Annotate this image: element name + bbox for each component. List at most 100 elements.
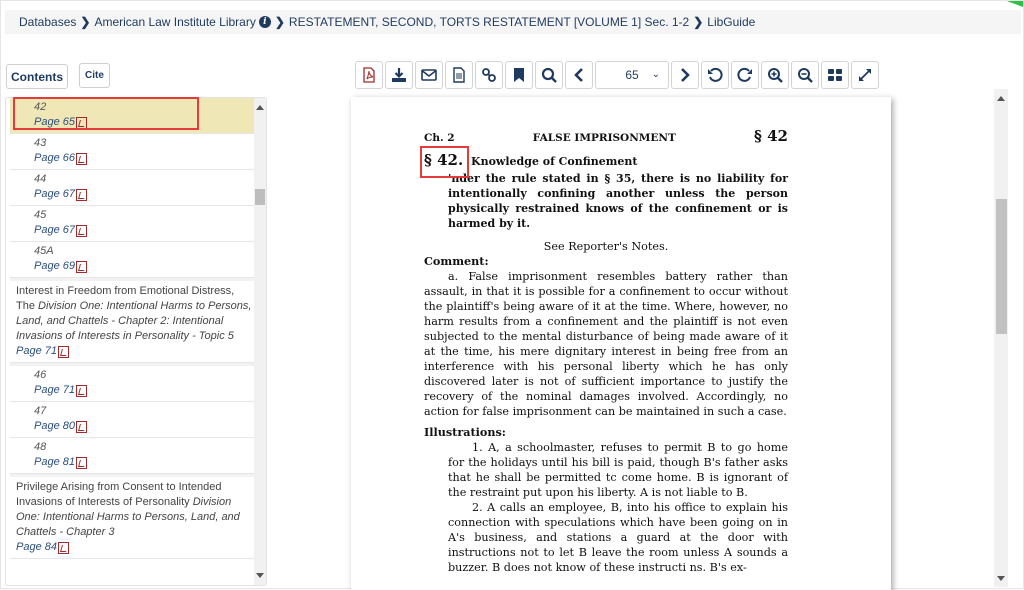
search-icon [541, 67, 557, 83]
running-header: Ch. 2 FALSE IMPRISONMENT § 42 [424, 129, 788, 146]
download-icon [392, 68, 406, 82]
scroll-up-icon[interactable] [997, 96, 1005, 101]
bookmark-icon [514, 68, 524, 82]
scroll-down-icon[interactable] [997, 576, 1005, 581]
info-icon[interactable]: i [258, 16, 271, 28]
reporters-notes-ref: See Reporter's Notes. [543, 240, 669, 253]
email-button[interactable] [415, 61, 443, 89]
pdf-icon[interactable] [75, 116, 87, 129]
toc-page-label: Page 84 [16, 541, 57, 553]
link-button[interactable] [475, 61, 503, 89]
pdf-icon[interactable] [75, 456, 87, 469]
pdf-icon[interactable] [57, 541, 69, 554]
toc-page-label: Page 80 [34, 420, 75, 432]
toc-item-44[interactable]: 44 Page 67 [10, 170, 256, 206]
pdf-button[interactable] [355, 61, 383, 89]
breadcrumb-restatement[interactable]: RESTATEMENT, SECOND, TORTS RESTATEMENT [… [289, 15, 689, 29]
pdf-icon [363, 67, 375, 83]
rotate-right-button[interactable] [731, 61, 759, 89]
toc-page-link[interactable]: Page 65 [34, 115, 256, 130]
toc-item-47[interactable]: 47 Page 80 [10, 402, 256, 438]
toc-list: 42 Page 65 43 Page 66 44 Page 67 45 Page… [10, 98, 256, 559]
toc-item-42[interactable]: 42 Page 65 [10, 98, 256, 134]
scroll-up-icon[interactable] [256, 105, 264, 110]
toc-page-link[interactable]: Page 71 [34, 383, 256, 398]
download-button[interactable] [385, 61, 413, 89]
toc-item-43[interactable]: 43 Page 66 [10, 134, 256, 170]
illustration-text: 1. A, a schoolmaster, refuses to permit … [448, 441, 788, 499]
search-button[interactable] [535, 61, 563, 89]
pdf-icon[interactable] [75, 384, 87, 397]
prev-page-icon [574, 68, 583, 82]
toc-page-link[interactable]: Page 69 [34, 259, 256, 274]
pdf-icon[interactable] [75, 152, 87, 165]
toc-scrollbar[interactable] [254, 98, 266, 585]
thumbnails-icon [828, 69, 842, 81]
chevron-down-icon: ⌄ [651, 69, 660, 80]
pdf-icon[interactable] [75, 420, 87, 433]
illustrations-label: Illustrations: [424, 425, 506, 439]
running-section: § 42 [754, 127, 788, 145]
toc-page-link[interactable]: Page 80 [34, 419, 256, 434]
breadcrumb-ali-library[interactable]: American Law Institute Library [94, 15, 255, 29]
toc-group-consent[interactable]: Privilege Arising from Consent to Intend… [10, 474, 256, 559]
zoom-out-button[interactable] [791, 61, 819, 89]
toc-group-emotional-distress[interactable]: Interest in Freedom from Emotional Distr… [10, 278, 256, 363]
pdf-icon[interactable] [75, 260, 87, 273]
toc-page-link[interactable]: Page 71 [16, 344, 256, 359]
fullscreen-button[interactable] [851, 61, 879, 89]
toc-page-link[interactable]: Page 81 [34, 455, 256, 470]
toc-page-link[interactable]: Page 66 [34, 151, 256, 166]
breadcrumb-databases[interactable]: Databases [19, 15, 76, 29]
scrollbar-thumb[interactable] [255, 189, 265, 205]
toc-item-45[interactable]: 45 Page 67 [10, 206, 256, 242]
bookmark-button[interactable] [505, 61, 533, 89]
next-page-button[interactable] [671, 61, 699, 89]
status-corner [1007, 1, 1023, 7]
rotate-left-button[interactable] [701, 61, 729, 89]
breadcrumb: Databases ❯ American Law Institute Libra… [5, 10, 1021, 34]
page-select-value: 65 [625, 68, 639, 82]
toc-item-48[interactable]: 48 Page 81 [10, 438, 256, 474]
toc-page-link[interactable]: Page 67 [34, 223, 256, 238]
toc-section-number: 44 [34, 173, 47, 185]
document-button[interactable] [445, 61, 473, 89]
toc-page-label: Page 65 [34, 116, 75, 128]
fullscreen-icon [859, 69, 871, 81]
prev-page-button[interactable] [565, 61, 593, 89]
toc-item-45a[interactable]: 45A Page 69 [10, 242, 256, 278]
illustration-2: 2. A calls an employee, B, into his offi… [424, 500, 788, 575]
pdf-icon[interactable] [75, 188, 87, 201]
toc-page-link[interactable]: Page 84 [16, 540, 256, 555]
breadcrumb-libguide[interactable]: LibGuide [707, 15, 755, 29]
link-icon [482, 68, 496, 82]
zoom-in-button[interactable] [761, 61, 789, 89]
zoom-out-icon [798, 68, 813, 83]
section-title: Knowledge of Confinement [471, 155, 638, 168]
toc-page-link[interactable]: Page 67 [34, 187, 256, 202]
toc-section-number: 48 [34, 441, 47, 453]
next-page-icon [681, 68, 690, 82]
document-page: Ch. 2 FALSE IMPRISONMENT § 42 § 42. Know… [424, 129, 788, 575]
table-of-contents: 42 Page 65 43 Page 66 44 Page 67 45 Page… [5, 97, 267, 586]
document-icon [453, 67, 465, 83]
cite-button[interactable]: Cite [79, 63, 110, 88]
thumbnails-button[interactable] [821, 61, 849, 89]
section-heading: § 42. Knowledge of Confinement [424, 153, 788, 169]
viewer-scrollbar[interactable] [994, 89, 1008, 587]
toc-section-number: 43 [34, 137, 47, 149]
toc-title-text: Privilege Arising from Consent to Intend… [16, 481, 222, 508]
pdf-icon[interactable] [75, 224, 87, 237]
toc-section-number: 45A [34, 245, 54, 257]
toc-page-label: Page 71 [16, 345, 57, 357]
contents-button[interactable]: Contents [6, 64, 68, 89]
toc-item-46[interactable]: 46 Page 71 [10, 363, 256, 402]
chevron-right-icon: ❯ [274, 15, 285, 29]
pdf-icon[interactable] [57, 345, 69, 358]
scrollbar-thumb[interactable] [996, 199, 1007, 334]
page-select[interactable]: 65 ⌄ [595, 61, 669, 89]
chapter-label: Ch. 2 [424, 132, 455, 144]
app-frame: Databases ❯ American Law Institute Libra… [0, 0, 1024, 590]
document-viewer[interactable]: Ch. 2 FALSE IMPRISONMENT § 42 § 42. Know… [351, 97, 891, 590]
scroll-down-icon[interactable] [256, 573, 264, 578]
